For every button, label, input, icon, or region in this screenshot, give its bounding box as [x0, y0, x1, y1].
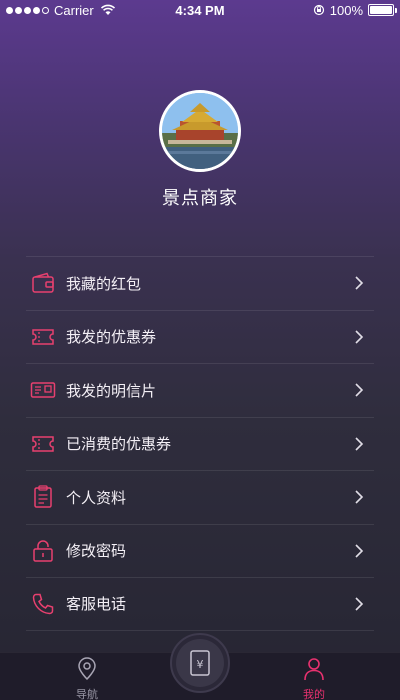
battery-icon	[368, 4, 397, 16]
status-bar: Carrier 4:34 PM 100%	[0, 0, 400, 20]
battery-percent: 100%	[329, 2, 363, 18]
menu-item-customer-service[interactable]: 客服电话	[26, 577, 374, 631]
tab-navigation[interactable]: 导航	[47, 657, 127, 700]
chevron-right-icon	[355, 383, 364, 397]
tab-bar: 导航 ¥ 我的	[0, 633, 400, 700]
chevron-right-icon	[355, 544, 364, 558]
chevron-right-icon	[355, 490, 364, 504]
menu-list: 我藏的红包 我发的优惠券 我发的明信片 已消费的优惠券 个人资料 修改密码 客服…	[26, 256, 374, 631]
svg-text:¥: ¥	[197, 658, 204, 671]
chevron-right-icon	[355, 276, 364, 290]
tab-mine[interactable]: 我的	[274, 657, 354, 700]
wallet-icon	[30, 270, 56, 296]
postcard-icon	[30, 377, 56, 403]
avatar[interactable]	[159, 90, 241, 172]
tab-label: 导航	[76, 688, 98, 700]
phone-icon	[30, 591, 56, 617]
menu-item-label: 客服电话	[66, 595, 127, 614]
menu-item-label: 修改密码	[66, 542, 127, 561]
coupon-icon	[30, 324, 56, 350]
tab-label: 我的	[303, 688, 325, 700]
signal-strength-icon	[6, 6, 49, 14]
avatar-image	[162, 93, 238, 169]
chevron-right-icon	[355, 597, 364, 611]
center-red-packet-button[interactable]: ¥	[170, 633, 230, 693]
user-icon	[304, 658, 324, 681]
used-coupon-icon	[30, 431, 56, 457]
menu-item-label: 我发的优惠券	[66, 328, 157, 347]
clipboard-icon	[30, 484, 56, 510]
lock-icon	[30, 538, 56, 564]
menu-item-sent-coupons[interactable]: 我发的优惠券	[26, 309, 374, 364]
orientation-lock-icon	[313, 4, 324, 16]
red-packet-icon: ¥	[190, 650, 210, 676]
merchant-name: 景点商家	[162, 188, 238, 209]
menu-item-change-password[interactable]: 修改密码	[26, 523, 374, 578]
menu-item-used-coupons[interactable]: 已消费的优惠券	[26, 416, 374, 471]
menu-item-label: 我藏的红包	[66, 274, 142, 293]
carrier-name: Carrier	[54, 2, 94, 18]
menu-item-label: 个人资料	[66, 488, 127, 507]
menu-item-profile[interactable]: 个人资料	[26, 470, 374, 524]
chevron-right-icon	[355, 330, 364, 344]
menu-item-sent-postcards[interactable]: 我发的明信片	[26, 363, 374, 417]
location-pin-icon	[78, 657, 96, 681]
wifi-icon	[100, 4, 115, 15]
chevron-right-icon	[355, 437, 364, 451]
menu-item-label: 我发的明信片	[66, 381, 157, 400]
menu-item-label: 已消费的优惠券	[66, 435, 172, 454]
menu-item-red-packets[interactable]: 我藏的红包	[26, 256, 374, 310]
